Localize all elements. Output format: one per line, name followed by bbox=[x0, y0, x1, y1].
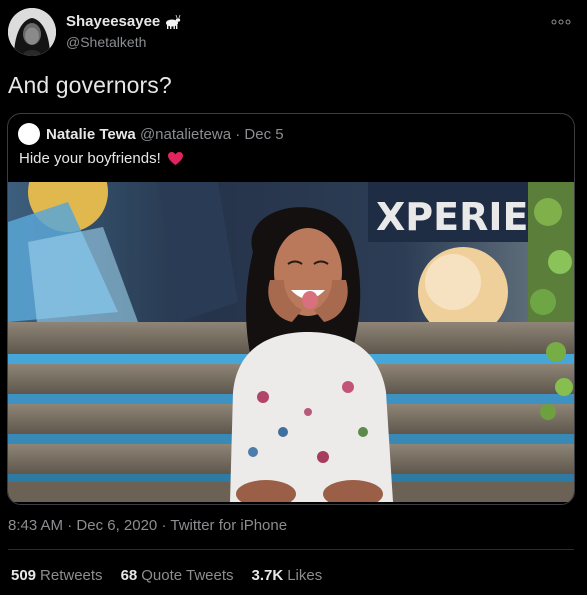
tweet-meta: 8:43 AM · Dec 6, 2020 · Twitter for iPho… bbox=[8, 517, 287, 534]
quoted-separator: · bbox=[235, 126, 241, 143]
quoted-tweet-photo[interactable]: XPERIEN bbox=[8, 182, 574, 502]
tweet-stats: 509 Retweets 68 Quote Tweets 3.7K Likes bbox=[11, 567, 322, 584]
more-options-icon[interactable] bbox=[547, 10, 575, 34]
quoted-tweet-date[interactable]: Dec 5 bbox=[244, 126, 283, 143]
heart-icon bbox=[167, 151, 184, 166]
retweets-count: 509 bbox=[11, 567, 37, 584]
likes-count: 3.7K bbox=[251, 567, 284, 584]
quoted-tweet-text-content: Hide your boyfriends! bbox=[19, 150, 161, 167]
quote-tweets-label: Quote Tweets bbox=[141, 567, 234, 584]
quoted-tweet-header: Natalie Tewa @natalietewa · Dec 5 bbox=[46, 126, 284, 143]
retweets-stat[interactable]: 509 Retweets bbox=[11, 567, 103, 584]
goat-icon bbox=[163, 14, 181, 30]
meta-separator: · bbox=[67, 517, 73, 534]
tweet-source[interactable]: Twitter for iPhone bbox=[170, 517, 287, 534]
divider bbox=[8, 549, 574, 550]
tweet-date[interactable]: Dec 6, 2020 bbox=[76, 517, 157, 534]
quote-tweets-count: 68 bbox=[120, 567, 138, 584]
tweet-text: And governors? bbox=[8, 72, 172, 98]
retweets-label: Retweets bbox=[40, 567, 103, 584]
tweet-card: Shayeesayee @Shetalketh And governors? N… bbox=[0, 0, 587, 595]
quoted-author-avatar[interactable] bbox=[18, 123, 40, 145]
quoted-author-name[interactable]: Natalie Tewa bbox=[46, 126, 136, 143]
meta-separator: · bbox=[161, 517, 167, 534]
quoted-tweet[interactable]: Natalie Tewa @natalietewa · Dec 5 Hide y… bbox=[7, 113, 575, 505]
author-avatar-image bbox=[8, 8, 56, 56]
author-avatar[interactable] bbox=[8, 8, 56, 56]
quote-tweets-stat[interactable]: 68 Quote Tweets bbox=[121, 567, 234, 584]
tweet-time[interactable]: 8:43 AM bbox=[8, 517, 63, 534]
author-display-name: Shayeesayee bbox=[66, 13, 161, 30]
quoted-author-handle: @natalietewa bbox=[139, 126, 232, 143]
author-handle[interactable]: @Shetalketh bbox=[66, 34, 146, 50]
quoted-tweet-text: Hide your boyfriends! bbox=[19, 150, 184, 167]
likes-stat[interactable]: 3.7K Likes bbox=[252, 567, 323, 584]
author-name[interactable]: Shayeesayee bbox=[66, 13, 181, 30]
likes-label: Likes bbox=[287, 567, 323, 584]
photo-of-woman-on-bench: XPERIEN bbox=[8, 182, 574, 502]
